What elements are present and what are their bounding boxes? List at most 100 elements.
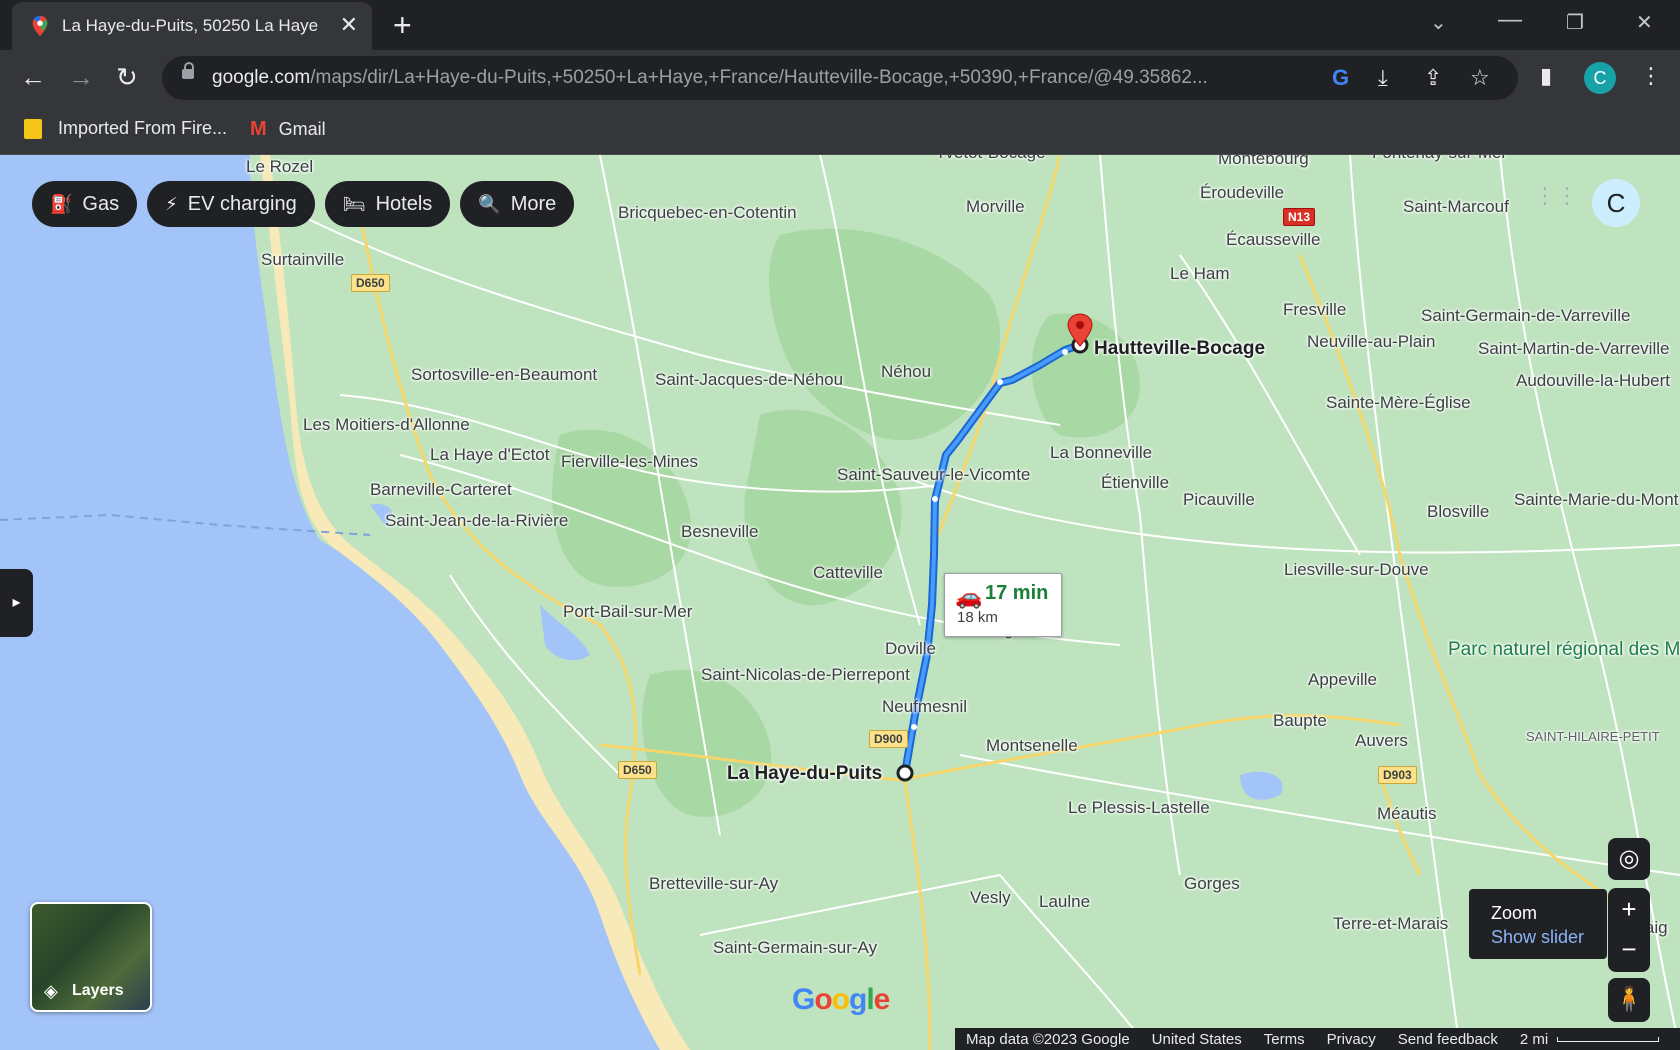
place-label[interactable]: Vesly (970, 888, 1011, 908)
place-label[interactable]: Yvetot-Bocage (935, 155, 1046, 163)
place-label[interactable]: Neuville-au-Plain (1307, 332, 1436, 352)
place-label[interactable]: SAINT-HILAIRE-PETIT (1526, 729, 1660, 744)
place-label[interactable]: Saint-Jean-de-la-Rivière (385, 511, 568, 531)
my-location-button[interactable]: ◎ (1608, 838, 1650, 880)
scale-label[interactable]: 2 mi (1509, 1031, 1559, 1048)
street-view-pegman[interactable]: 🧍 (1608, 978, 1650, 1022)
browser-tab[interactable]: La Haye-du-Puits, 50250 La Haye ✕ (12, 2, 372, 50)
place-label[interactable]: Liesville-sur-Douve (1284, 560, 1429, 580)
place-label[interactable]: Saint-Nicolas-de-Pierrepont (701, 665, 910, 685)
place-label[interactable]: Laulne (1039, 892, 1090, 912)
place-label[interactable]: Barneville-Carteret (370, 480, 512, 500)
place-label[interactable]: Audouville-la-Hubert (1516, 371, 1670, 391)
place-label[interactable]: Gorges (1184, 874, 1240, 894)
place-label[interactable]: La Bonneville (1050, 443, 1152, 463)
place-label[interactable]: Doville (885, 639, 936, 659)
layers-button[interactable]: ◈ Layers (30, 902, 152, 1012)
origin-label[interactable]: La Haye-du-Puits (727, 763, 882, 785)
place-label[interactable]: Éroudeville (1200, 183, 1284, 203)
minimize-icon[interactable]: — (1498, 6, 1522, 34)
share-icon[interactable]: ⇪ (1424, 66, 1442, 90)
place-label[interactable]: Le Rozel (246, 157, 313, 177)
place-label[interactable]: Fontenay-sur-Mer (1372, 155, 1507, 163)
close-window-icon[interactable]: ✕ (1636, 10, 1653, 35)
chip-ev-charging[interactable]: ⚡ EV charging (147, 181, 315, 227)
place-label[interactable]: Fierville-les-Mines (561, 452, 698, 472)
address-bar[interactable]: google.com/maps/dir/La+Haye-du-Puits,+50… (162, 56, 1518, 100)
menu-icon[interactable]: ⋮ (1640, 64, 1662, 88)
place-label[interactable]: Neufmesnil (882, 697, 967, 717)
place-label[interactable]: Sortosville-en-Beaumont (411, 365, 597, 385)
chip-hotels[interactable]: 🛏 Hotels (324, 181, 451, 227)
place-label[interactable]: Méautis (1377, 804, 1437, 824)
place-label[interactable]: Saint-Germain-sur-Ay (713, 938, 877, 958)
place-label[interactable]: Sainte-Mère-Église (1326, 393, 1471, 413)
chip-more[interactable]: 🔍 More (460, 181, 575, 227)
place-label[interactable]: Saint-Germain-de-Varreville (1421, 306, 1630, 326)
layers-icon: ◈ (44, 981, 58, 1001)
place-label[interactable]: Néhou (881, 362, 931, 382)
bookmark-gmail[interactable]: M Gmail (250, 118, 326, 141)
ev-charging-icon: ⚡ (165, 193, 178, 214)
lock-icon[interactable] (182, 62, 194, 79)
place-label[interactable]: Montsenelle (986, 736, 1078, 756)
side-panel-icon[interactable]: ▮ (1540, 64, 1552, 88)
account-avatar[interactable]: C (1592, 179, 1640, 227)
url-text[interactable]: google.com/maps/dir/La+Haye-du-Puits,+50… (212, 67, 1312, 89)
place-label[interactable]: Écausseville (1226, 230, 1321, 250)
route-time: 17 min (985, 582, 1049, 604)
apps-grid-icon[interactable]: ⋮⋮ (1534, 183, 1578, 209)
install-app-icon[interactable]: ⤓ (1378, 66, 1388, 90)
place-label[interactable]: Appeville (1308, 670, 1377, 690)
restore-icon[interactable]: ❐ (1566, 10, 1584, 35)
place-label[interactable]: Étienville (1101, 473, 1169, 493)
place-label[interactable]: Port-Bail-sur-Mer (563, 602, 692, 622)
place-label[interactable]: Terre-et-Marais (1333, 914, 1448, 934)
place-label[interactable]: Bricquebec-en-Cotentin (618, 203, 797, 223)
bookmark-imported-folder[interactable]: Imported From Fire... (24, 118, 227, 139)
region-link[interactable]: United States (1141, 1031, 1253, 1048)
privacy-link[interactable]: Privacy (1316, 1031, 1387, 1048)
place-label[interactable]: Auvers (1355, 731, 1408, 751)
place-label[interactable]: Bretteville-sur-Ay (649, 874, 778, 894)
place-label[interactable]: Montebourg (1218, 155, 1309, 169)
place-label[interactable]: Besneville (681, 522, 759, 542)
park-label[interactable]: Parc naturel régional des Marais du Cote… (1448, 638, 1680, 662)
place-label[interactable]: Saint-Jacques-de-Néhou (655, 370, 843, 390)
chip-gas[interactable]: ⛽ Gas (32, 181, 138, 227)
place-label[interactable]: La Haye d'Ectot (430, 445, 549, 465)
place-label[interactable]: Le Plessis-Lastelle (1068, 798, 1210, 818)
place-label[interactable]: Blosville (1427, 502, 1489, 522)
new-tab-icon[interactable]: + (393, 8, 412, 42)
show-slider-link[interactable]: Show slider (1491, 927, 1584, 948)
tab-search-icon[interactable]: ⌄ (1430, 10, 1447, 35)
place-label[interactable]: Baupte (1273, 711, 1327, 731)
send-feedback-link[interactable]: Send feedback (1387, 1031, 1509, 1048)
terms-link[interactable]: Terms (1253, 1031, 1316, 1048)
profile-avatar[interactable]: C (1584, 62, 1616, 94)
destination-label[interactable]: Hautteville-Bocage (1094, 338, 1265, 360)
tab-close-icon[interactable]: ✕ (340, 14, 358, 36)
map-canvas[interactable]: Le Rozel Yvetot-Bocage Montebourg Fonten… (0, 155, 1680, 1050)
route-info-box[interactable]: 🚗 17 min 18 km (944, 573, 1062, 637)
zoom-in-button[interactable]: + (1608, 888, 1650, 930)
back-icon[interactable]: ← (20, 62, 46, 92)
place-label[interactable]: Picauville (1183, 490, 1255, 510)
place-label[interactable]: Le Ham (1170, 264, 1230, 284)
place-label[interactable]: Saint-Sauveur-le-Vicomte (837, 465, 1030, 485)
reload-icon[interactable]: ↻ (116, 62, 138, 92)
place-label[interactable]: Catteville (813, 563, 883, 583)
place-label[interactable]: Surtainville (261, 250, 344, 270)
google-lens-icon[interactable]: G (1332, 66, 1349, 90)
place-label[interactable]: Saint-Martin-de-Varreville (1478, 339, 1669, 359)
zoom-out-button[interactable]: − (1608, 930, 1650, 972)
forward-icon[interactable]: → (68, 62, 94, 92)
place-label[interactable]: Les Moitiers-d'Allonne (303, 415, 470, 435)
place-label[interactable]: Sainte-Marie-du-Mont (1514, 490, 1678, 510)
place-label[interactable]: Saint-Marcouf (1403, 197, 1509, 217)
expand-panel-button[interactable]: ▸ (0, 569, 33, 637)
destination-pin-icon[interactable] (1065, 313, 1095, 347)
place-label[interactable]: Morville (966, 197, 1025, 217)
place-label[interactable]: Fresville (1283, 300, 1346, 320)
bookmark-star-icon[interactable]: ☆ (1470, 66, 1490, 90)
